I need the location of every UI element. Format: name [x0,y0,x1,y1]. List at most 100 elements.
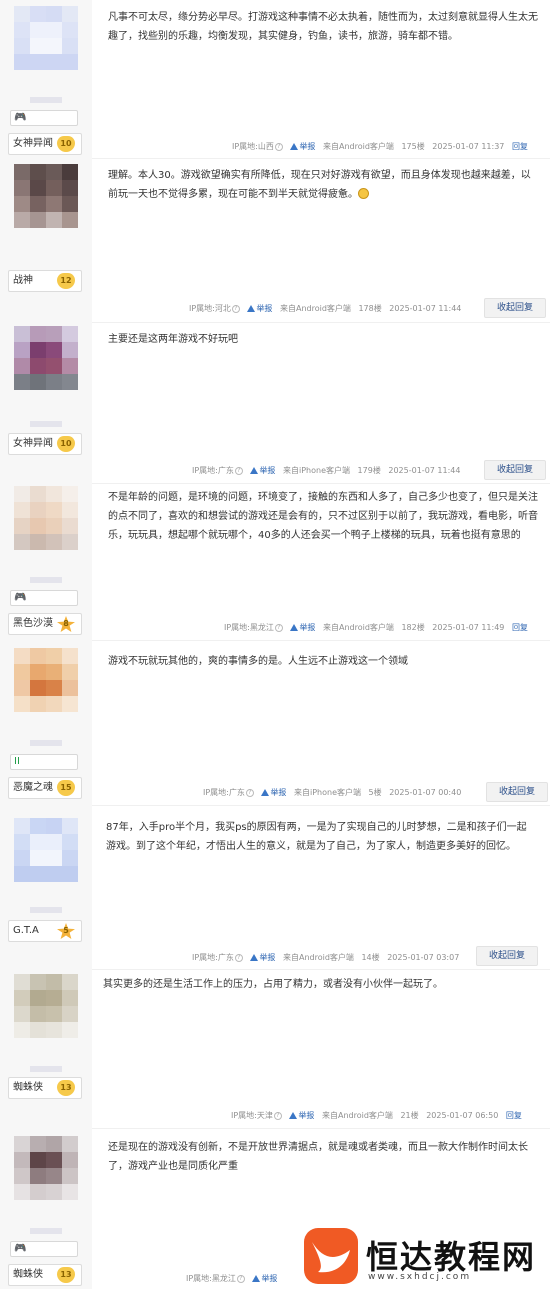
help-icon: ? [274,142,283,151]
collapse-reply-button[interactable]: 收起回复 [486,782,548,802]
level-heart-icon: 10 [57,136,75,152]
report-icon [290,143,299,150]
avatar[interactable] [14,164,78,244]
username-level[interactable]: G.T.A 5 [8,920,82,942]
avatar-caption [30,97,62,103]
level-heart-icon: 13 [57,1267,75,1283]
ip-location: IP属地:河北 [189,304,231,313]
avatar[interactable] [14,648,78,728]
report-link[interactable]: 举报 [250,953,275,962]
client-source: 来自iPhone客户端 [293,788,361,797]
post-meta: IP属地:山西? 举报 来自Android客户端 175楼 2025-01-07… [232,141,528,152]
report-link[interactable]: 举报 [289,1111,314,1120]
divider [92,322,550,323]
divider [92,640,550,641]
floor-number: 182楼 [401,623,425,632]
username-level[interactable]: 蜘蛛侠 13 [8,1077,82,1099]
post-content: 还是现在的游戏没有创新，不是开放世界清据点，就是魂或者类魂，而且一款大作制作时间… [108,1142,528,1172]
divider [92,483,550,484]
username-level[interactable]: 女神异闻 10 [8,433,82,455]
avatar[interactable] [14,1136,78,1216]
report-link[interactable]: 举报 [290,142,315,151]
collapse-reply-button[interactable]: 收起回复 [476,946,538,966]
user-badge: 🎮 [10,590,78,606]
report-icon [289,1112,298,1119]
floor-number: 21楼 [400,1111,419,1120]
help-icon: ? [231,304,240,313]
post-meta: IP属地:广东? 举报 来自iPhone客户端 5楼 2025-01-07 00… [203,787,461,798]
avatar-caption [30,577,62,583]
help-icon: ? [234,466,243,475]
avatar[interactable] [14,818,78,898]
report-link[interactable]: 举报 [247,304,272,313]
post-time: 2025-01-07 11:49 [432,623,505,632]
post-content: 主要还是这两年游戏不好玩吧 [108,334,238,345]
avatar[interactable] [14,326,78,406]
post-content: 理解。本人30。游戏欲望确实有所降低，现在只对好游戏有欲望，而且身体发现也越来越… [108,170,531,200]
avatar-caption [30,907,62,913]
help-icon: ? [273,1111,282,1120]
level-star-icon: 8 [57,616,75,632]
avatar[interactable] [14,6,78,86]
level-heart-icon: 12 [57,273,75,289]
username-level[interactable]: 黑色沙漠 8 [8,613,82,635]
username[interactable]: 黑色沙漠 [13,618,53,629]
username-level[interactable]: 蜘蛛侠 13 [8,1264,82,1286]
post-content: 凡事不可太尽，缘分势必早尽。打游戏这种事情不必太执着，随性而为，太过刻意就显得人… [108,12,538,42]
help-icon: ? [245,788,254,797]
report-icon [252,1275,261,1282]
floor-number: 179楼 [357,466,381,475]
help-icon: ? [274,623,283,632]
username[interactable]: 女神异闻 [13,438,53,449]
client-source: 来自iPhone客户端 [282,466,350,475]
post-meta: IP属地:天津? 举报 来自Android客户端 21楼 2025-01-07 … [231,1110,522,1121]
divider [92,969,550,970]
report-icon [250,467,259,474]
report-link[interactable]: 举报 [290,623,315,632]
post-meta: IP属地:广东? 举报 来自Android客户端 14楼 2025-01-07 … [192,952,459,963]
post-time: 2025-01-07 11:44 [388,466,461,475]
reply-link[interactable]: 回复 [506,1111,522,1120]
username[interactable]: 战神 [13,275,33,286]
collapse-reply-button[interactable]: 收起回复 [484,298,546,318]
site-url: www.sxhdcj.com [368,1272,472,1282]
post-time: 2025-01-07 11:44 [389,304,462,313]
user-badge: 🎮 [10,110,78,126]
post-content: 87年，入手pro半个月，我买ps的原因有两，一是为了实现自己的儿时梦想，二是和… [106,822,527,852]
username[interactable]: 蜘蛛侠 [13,1269,43,1280]
divider [92,158,550,159]
level-star-icon: 5 [57,923,75,939]
report-link[interactable]: 举报 [250,466,275,475]
client-source: 来自Android客户端 [282,953,354,962]
reply-link[interactable]: 回复 [512,623,528,632]
avatar[interactable] [14,974,78,1054]
post-time: 2025-01-07 00:40 [389,788,462,797]
report-link[interactable]: 举报 [261,788,286,797]
level-heart-icon: 15 [57,780,75,796]
report-icon [250,954,259,961]
report-link[interactable]: 举报 [252,1274,277,1283]
username[interactable]: 蜘蛛侠 [13,1082,43,1093]
avatar-caption [30,1066,62,1072]
ip-location: IP属地:黑龙江 [186,1274,236,1283]
site-logo-icon [304,1228,358,1284]
sweat-emoji-icon [358,188,369,199]
username[interactable]: G.T.A [13,925,39,936]
ip-location: IP属地:广东 [192,466,234,475]
collapse-reply-button[interactable]: 收起回复 [484,460,546,480]
avatar[interactable] [14,486,78,566]
reply-link[interactable]: 回复 [512,142,528,151]
avatar-caption [30,421,62,427]
username[interactable]: 恶魔之魂 [13,782,53,793]
post-content: 不是年龄的问题，是环境的问题，环境变了，接触的东西和人多了，自己多少也变了，但只… [108,492,538,541]
ip-location: IP属地:黑龙江 [224,623,274,632]
username-level[interactable]: 战神 12 [8,270,82,292]
username-level[interactable]: 女神异闻 10 [8,133,82,155]
client-source: 来自Android客户端 [279,304,351,313]
floor-number: 14楼 [361,953,380,962]
divider [92,805,550,806]
username[interactable]: 女神异闻 [13,138,53,149]
username-level[interactable]: 恶魔之魂 15 [8,777,82,799]
avatar-caption [30,1228,62,1234]
user-badge: II [10,754,78,770]
